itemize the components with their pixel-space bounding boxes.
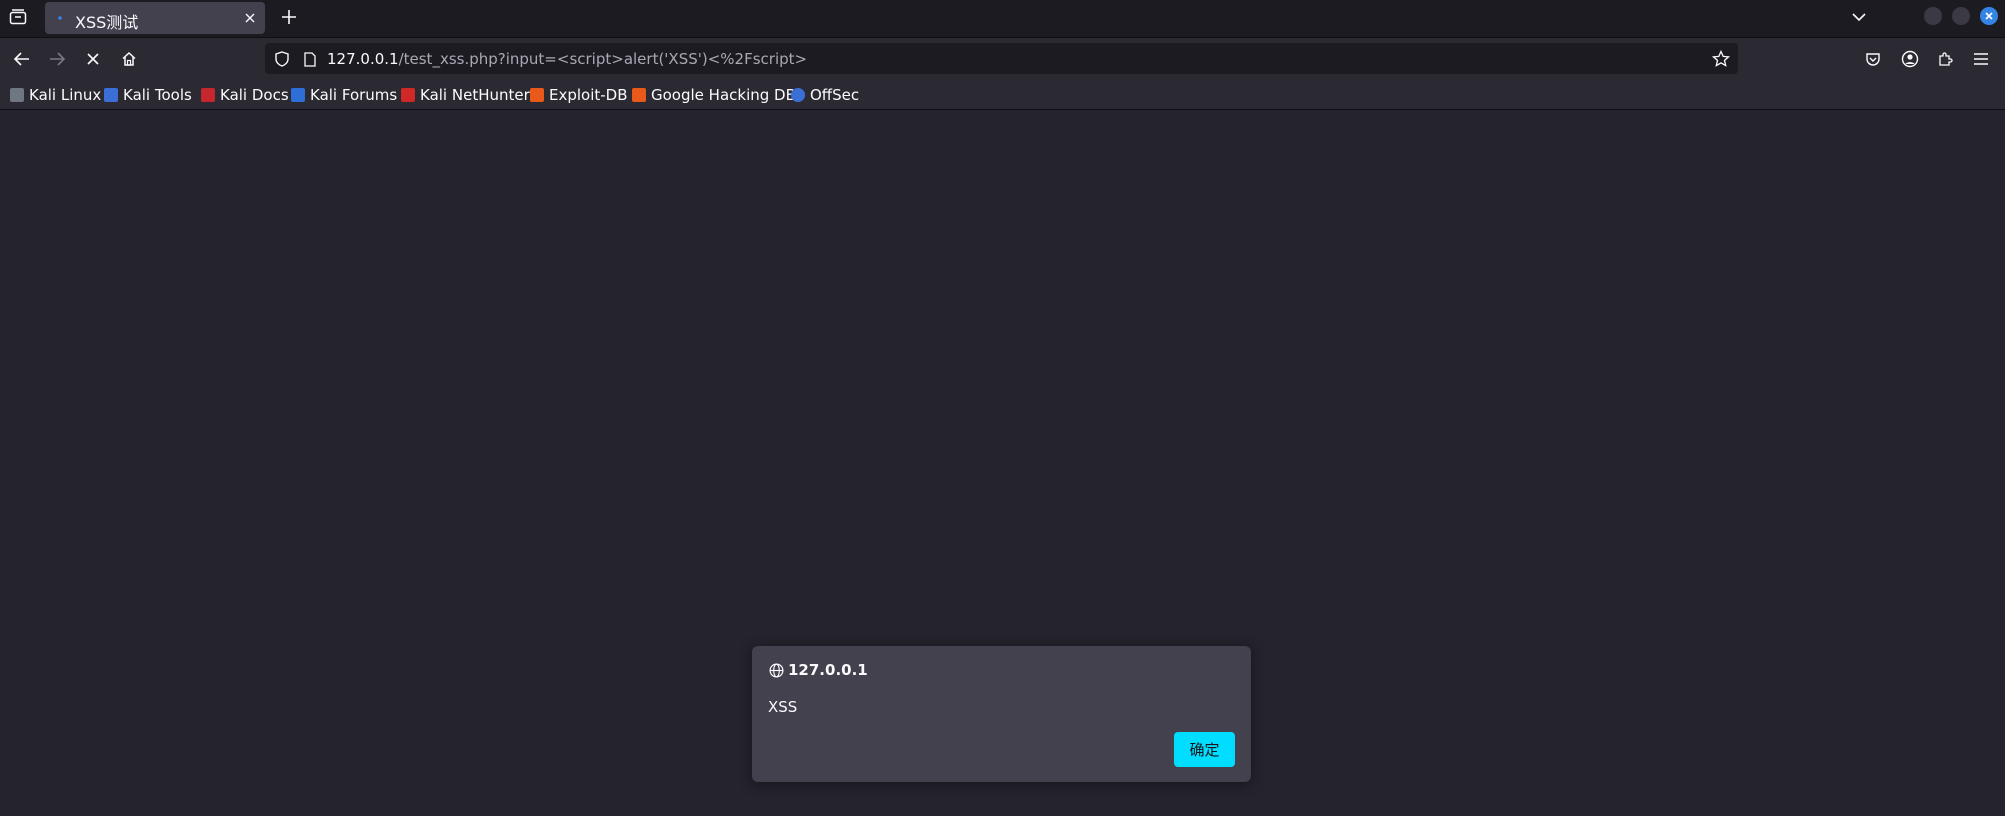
alert-dialog: 127.0.0.1 XSS 确定 xyxy=(752,646,1251,782)
kali-forums-icon xyxy=(291,88,305,102)
home-button[interactable] xyxy=(115,45,143,73)
ghdb-icon xyxy=(632,88,646,102)
pocket-icon xyxy=(1866,53,1880,66)
bookmark-label: Kali Linux xyxy=(29,86,102,104)
shield-icon[interactable] xyxy=(273,50,291,68)
home-icon xyxy=(122,51,136,66)
exploit-db-icon xyxy=(530,88,544,102)
app-menu-button[interactable] xyxy=(1968,46,1994,72)
navigation-toolbar: 127.0.0.1/test_xss.php?input=<script>ale… xyxy=(0,38,2005,79)
url-path: /test_xss.php?input=<script>alert('XSS')… xyxy=(398,50,808,68)
bookmark-label: Kali Tools xyxy=(123,86,192,104)
bookmark-label: Kali Docs xyxy=(220,86,289,104)
arrow-left-icon xyxy=(13,52,29,66)
address-bar[interactable]: 127.0.0.1/test_xss.php?input=<script>ale… xyxy=(265,43,1738,74)
bookmark-label: Exploit-DB xyxy=(549,86,628,104)
stop-button[interactable] xyxy=(79,45,107,73)
hamburger-menu-icon xyxy=(1974,53,1988,65)
arrow-right-icon xyxy=(50,52,66,66)
bookmark-kali-tools[interactable]: Kali Tools xyxy=(104,84,192,106)
extensions-button[interactable] xyxy=(1932,46,1958,72)
back-button[interactable] xyxy=(8,45,36,73)
bookmark-kali-forums[interactable]: Kali Forums xyxy=(291,84,397,106)
new-tab-button[interactable] xyxy=(276,4,302,30)
minimize-button[interactable] xyxy=(1924,7,1942,25)
page-info-icon[interactable] xyxy=(302,50,318,68)
bookmark-label: Kali Forums xyxy=(310,86,398,104)
close-icon xyxy=(1985,12,1993,20)
bookmark-label: OffSec xyxy=(810,86,860,104)
bookmark-label: Google Hacking DB xyxy=(651,86,796,104)
chevron-down-icon xyxy=(1852,13,1866,22)
bookmark-exploit-db[interactable]: Exploit-DB xyxy=(530,84,628,106)
account-button[interactable] xyxy=(1897,46,1923,72)
list-all-tabs-button[interactable] xyxy=(1846,4,1872,30)
url-host: 127.0.0.1 xyxy=(327,50,399,68)
bookmark-kali-docs[interactable]: Kali Docs xyxy=(201,84,289,106)
close-tab-icon[interactable] xyxy=(241,9,259,27)
nethunter-icon xyxy=(401,88,415,102)
kali-docs-icon xyxy=(201,88,215,102)
plus-icon xyxy=(282,10,296,24)
bookmark-offsec[interactable]: OffSec xyxy=(791,84,859,106)
pocket-button[interactable] xyxy=(1860,46,1886,72)
bookmark-kali-linux[interactable]: Kali Linux xyxy=(10,84,101,106)
forward-button[interactable] xyxy=(43,45,71,73)
tab-title: XSS测试 xyxy=(75,13,139,32)
offsec-icon xyxy=(791,88,805,102)
globe-icon xyxy=(768,662,784,678)
bookmark-google-hacking-db[interactable]: Google Hacking DB xyxy=(632,84,796,106)
tab-overview-icon xyxy=(9,9,27,25)
maximize-button[interactable] xyxy=(1952,7,1970,25)
tab-strip: XSS测试 xyxy=(0,0,2005,38)
url-text[interactable]: 127.0.0.1/test_xss.php?input=<script>ale… xyxy=(327,50,807,68)
bookmark-star-icon[interactable] xyxy=(1710,48,1732,70)
kali-dragon-icon xyxy=(10,88,24,102)
tab-list-button[interactable] xyxy=(6,5,30,29)
bookmark-label: Kali NetHunter xyxy=(420,86,530,104)
account-icon xyxy=(1901,50,1919,68)
loading-icon xyxy=(53,11,67,25)
ok-button[interactable]: 确定 xyxy=(1174,732,1235,767)
bookmark-kali-nethunter[interactable]: Kali NetHunter xyxy=(401,84,530,106)
kali-tools-icon xyxy=(104,88,118,102)
bookmarks-toolbar: Kali Linux Kali Tools Kali Docs Kali For… xyxy=(0,79,2005,110)
puzzle-icon xyxy=(1939,52,1953,66)
close-window-button[interactable] xyxy=(1980,7,1998,25)
tab-active[interactable]: XSS测试 xyxy=(45,2,265,34)
dialog-message: XSS xyxy=(768,698,798,716)
close-icon xyxy=(87,53,99,65)
dialog-origin: 127.0.0.1 xyxy=(788,661,868,679)
